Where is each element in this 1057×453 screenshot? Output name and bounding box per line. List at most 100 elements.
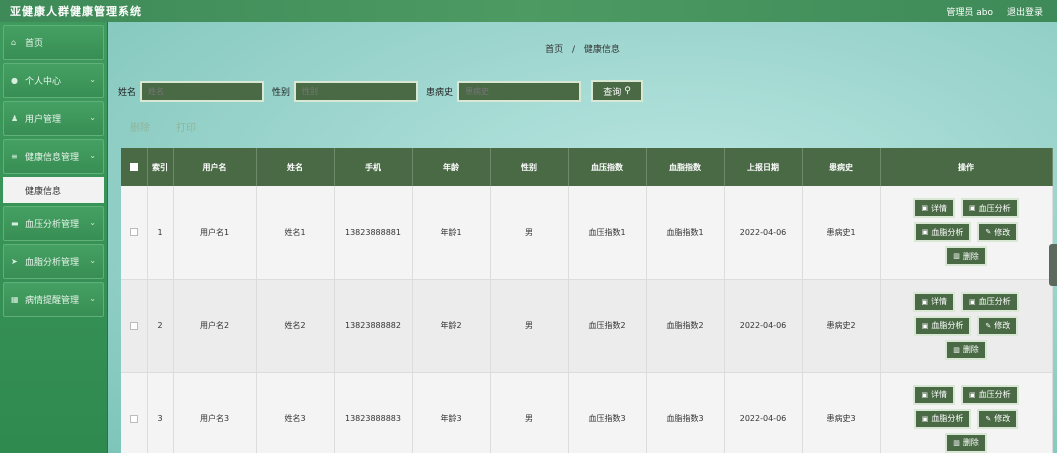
cell-username: 用户名3 <box>173 372 257 453</box>
header-name: 姓名 <box>256 148 335 186</box>
chevron-down-icon: ⌄ <box>89 294 96 303</box>
cell-history: 患病史2 <box>802 279 881 373</box>
search-row: 姓名 性别 患病史 查询 ⚲ <box>118 80 644 102</box>
lipid-analysis-button[interactable]: ▣ 血脂分析 <box>913 408 972 429</box>
top-bar: 亚健康人群健康管理系统 管理员 abo 退出登录 <box>0 0 1057 22</box>
edit-button[interactable]: ✎ 修改 <box>977 408 1019 429</box>
sidebar-item-label: 血脂分析管理 <box>25 258 80 268</box>
detail-button[interactable]: ▣ 详情 <box>913 198 955 219</box>
lipid-analysis-button[interactable]: ▣ 血脂分析 <box>913 315 972 336</box>
row-checkbox[interactable] <box>129 414 138 423</box>
print-button[interactable]: 打印 <box>176 119 196 134</box>
edit-label: 修改 <box>994 321 1011 330</box>
header-date: 上报日期 <box>724 148 803 186</box>
trash-icon: ▥ <box>953 252 960 261</box>
detail-label: 详情 <box>931 390 947 399</box>
edit-label: 修改 <box>994 414 1011 423</box>
chevron-down-icon: ⌄ <box>89 256 96 265</box>
sidebar-item-lipid[interactable]: ➤ 血脂分析管理 ⌄ <box>3 244 104 279</box>
lipid-analysis-label: 血脂分析 <box>931 227 964 237</box>
sidebar-item-health[interactable]: ≡ 健康信息管理 ⌄ <box>3 139 104 174</box>
select-all-checkbox[interactable] <box>129 163 138 171</box>
chevron-down-icon: ⌄ <box>89 151 96 160</box>
row-delete-button[interactable]: ▥ 删除 <box>945 432 987 453</box>
sidebar-item-label: 个人中心 <box>25 77 62 87</box>
cell-ops: ▣ 详情 ▣ 血压分析 ▣ 血脂分析 ✎ 修改 ▥ 删除 <box>880 279 1053 373</box>
row-delete-button[interactable]: ▥ 删除 <box>945 339 987 360</box>
row-delete-label: 删除 <box>962 251 979 261</box>
app-title: 亚健康人群健康管理系统 <box>10 5 142 18</box>
bp-analysis-button[interactable]: ▣ 血压分析 <box>961 198 1019 219</box>
header-history: 患病史 <box>802 148 881 186</box>
edit-button[interactable]: ✎ 修改 <box>977 222 1019 243</box>
submenu-health-info[interactable]: 健康信息 <box>3 177 104 203</box>
row-checkbox[interactable] <box>129 321 138 330</box>
cell-lipid: 血脂指数1 <box>646 186 725 280</box>
sidebar-item-home[interactable]: ⌂ 首页 <box>3 25 104 60</box>
sidebar: ⌂ 首页 ● 个人中心 ⌄ ♟ 用户管理 ⌄ ≡ 健康信息管理 ⌄ 健康信息 ▬… <box>0 22 108 453</box>
row-select-cell <box>121 279 148 373</box>
sidebar-item-label: 血压分析管理 <box>25 220 80 230</box>
bp-analysis-button[interactable]: ▣ 血压分析 <box>961 291 1019 312</box>
breadcrumb-home[interactable]: 首页 <box>545 45 563 55</box>
bp-analysis-button[interactable]: ▣ 血压分析 <box>961 384 1019 405</box>
chart-icon: ▬ <box>11 219 19 228</box>
sidebar-item-reminder[interactable]: ▦ 病情提醒管理 ⌄ <box>3 282 104 317</box>
row-checkbox[interactable] <box>129 228 138 237</box>
gender-label: 性别 <box>272 87 291 98</box>
pencil-icon: ✎ <box>985 414 992 423</box>
breadcrumb: 首页 / 健康信息 <box>108 42 1057 55</box>
header-age: 年龄 <box>412 148 491 186</box>
cell-index: 3 <box>147 372 174 453</box>
name-input[interactable] <box>140 80 265 102</box>
doc-icon: ▣ <box>969 297 976 306</box>
data-table: 索引 用户名 姓名 手机 年龄 性别 血压指数 血脂指数 上报日期 患病史 操作… <box>121 148 1053 453</box>
cell-index: 1 <box>147 186 174 280</box>
doc-icon: ▣ <box>921 297 928 306</box>
lipid-analysis-label: 血脂分析 <box>931 414 964 423</box>
pencil-icon: ✎ <box>985 228 992 237</box>
logout-link[interactable]: 退出登录 <box>1007 5 1043 18</box>
sidebar-item-personal[interactable]: ● 个人中心 ⌄ <box>3 63 104 98</box>
sidebar-item-users[interactable]: ♟ 用户管理 ⌄ <box>3 101 104 136</box>
cell-name: 姓名1 <box>256 186 335 280</box>
cell-history: 患病史1 <box>802 186 881 280</box>
side-panel-handle[interactable] <box>1049 244 1057 286</box>
lipid-analysis-button[interactable]: ▣ 血脂分析 <box>913 222 972 243</box>
edit-button[interactable]: ✎ 修改 <box>977 315 1019 336</box>
sidebar-item-bp[interactable]: ▬ 血压分析管理 ⌄ <box>3 206 104 241</box>
users-icon: ♟ <box>11 114 19 123</box>
doc-icon: ▣ <box>969 390 976 399</box>
cell-phone: 13823888883 <box>334 372 413 453</box>
breadcrumb-separator: / <box>571 45 576 55</box>
cell-name: 姓名2 <box>256 279 335 373</box>
row-select-cell <box>121 186 148 280</box>
home-icon: ⌂ <box>11 38 17 47</box>
row-delete-button[interactable]: ▥ 删除 <box>945 246 987 267</box>
table-row: 2 用户名2 姓名2 13823888882 年龄2 男 血压指数2 血脂指数2… <box>121 279 1053 373</box>
history-input[interactable] <box>457 80 582 102</box>
cell-date: 2022-04-06 <box>724 186 803 280</box>
cell-name: 姓名3 <box>256 372 335 453</box>
doc-icon: ▣ <box>969 204 976 213</box>
cell-age: 年龄3 <box>412 372 491 453</box>
history-label: 患病史 <box>426 87 454 98</box>
gender-input[interactable] <box>294 80 419 102</box>
detail-button[interactable]: ▣ 详情 <box>913 291 955 312</box>
user-label: 管理员 abo <box>946 7 993 18</box>
actions-row: 删除 打印 <box>130 119 196 134</box>
sidebar-item-label: 首页 <box>25 39 44 49</box>
trash-icon: ▥ <box>953 345 960 354</box>
delete-button[interactable]: 删除 <box>130 119 150 134</box>
doc-icon: ▣ <box>921 321 929 330</box>
table-row: 3 用户名3 姓名3 13823888883 年龄3 男 血压指数3 血脂指数3… <box>121 372 1053 453</box>
query-button[interactable]: 查询 ⚲ <box>591 80 644 102</box>
cell-username: 用户名2 <box>173 279 257 373</box>
row-select-cell <box>121 372 148 453</box>
header-ops: 操作 <box>880 148 1053 186</box>
grid-icon: ▦ <box>11 295 19 304</box>
cell-gender: 男 <box>490 186 569 280</box>
cell-gender: 男 <box>490 279 569 373</box>
detail-button[interactable]: ▣ 详情 <box>913 384 955 405</box>
header-lipid: 血脂指数 <box>646 148 725 186</box>
